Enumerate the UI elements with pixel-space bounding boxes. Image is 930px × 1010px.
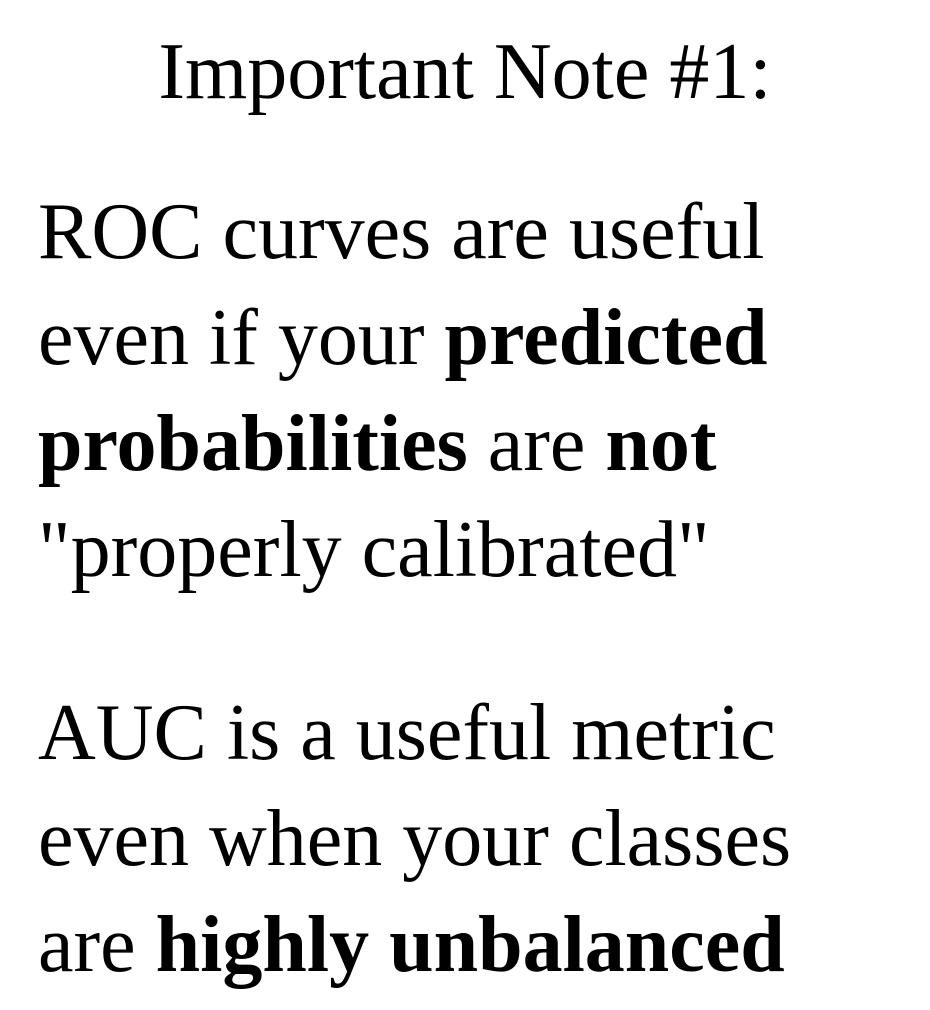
note-roc-line-1: ROC curves are useful <box>38 188 765 276</box>
emphasis-probabilities: probabilities <box>38 400 468 488</box>
note-roc-line-2-text: even if your <box>38 294 445 382</box>
page-title: Important Note #1: <box>158 28 772 116</box>
note-roc-line-2: even if your predicted <box>38 285 767 391</box>
note-auc-line-1: AUC is a useful metric <box>38 689 776 777</box>
emphasis-not: not <box>605 400 717 488</box>
emphasis-highly-unbalanced: highly unbalanced <box>155 901 785 989</box>
note-auc-line-3-text: are <box>38 901 156 989</box>
note-roc-line-4: "properly calibrated" <box>38 506 710 594</box>
emphasis-predicted: predicted <box>444 294 768 382</box>
note-roc-line-3-text: are <box>467 400 606 488</box>
note-auc-line-2: even when your classes <box>38 795 792 883</box>
note-roc-calibration: ROC curves are useful even if your predi… <box>38 179 767 603</box>
note-auc-unbalanced: AUC is a useful metric even when your cl… <box>38 680 791 998</box>
note-roc-line-3: probabilities are not <box>38 391 767 497</box>
note-auc-line-3: are highly unbalanced <box>38 892 791 998</box>
slide: Important Note #1: ROC curves are useful… <box>0 0 930 1010</box>
